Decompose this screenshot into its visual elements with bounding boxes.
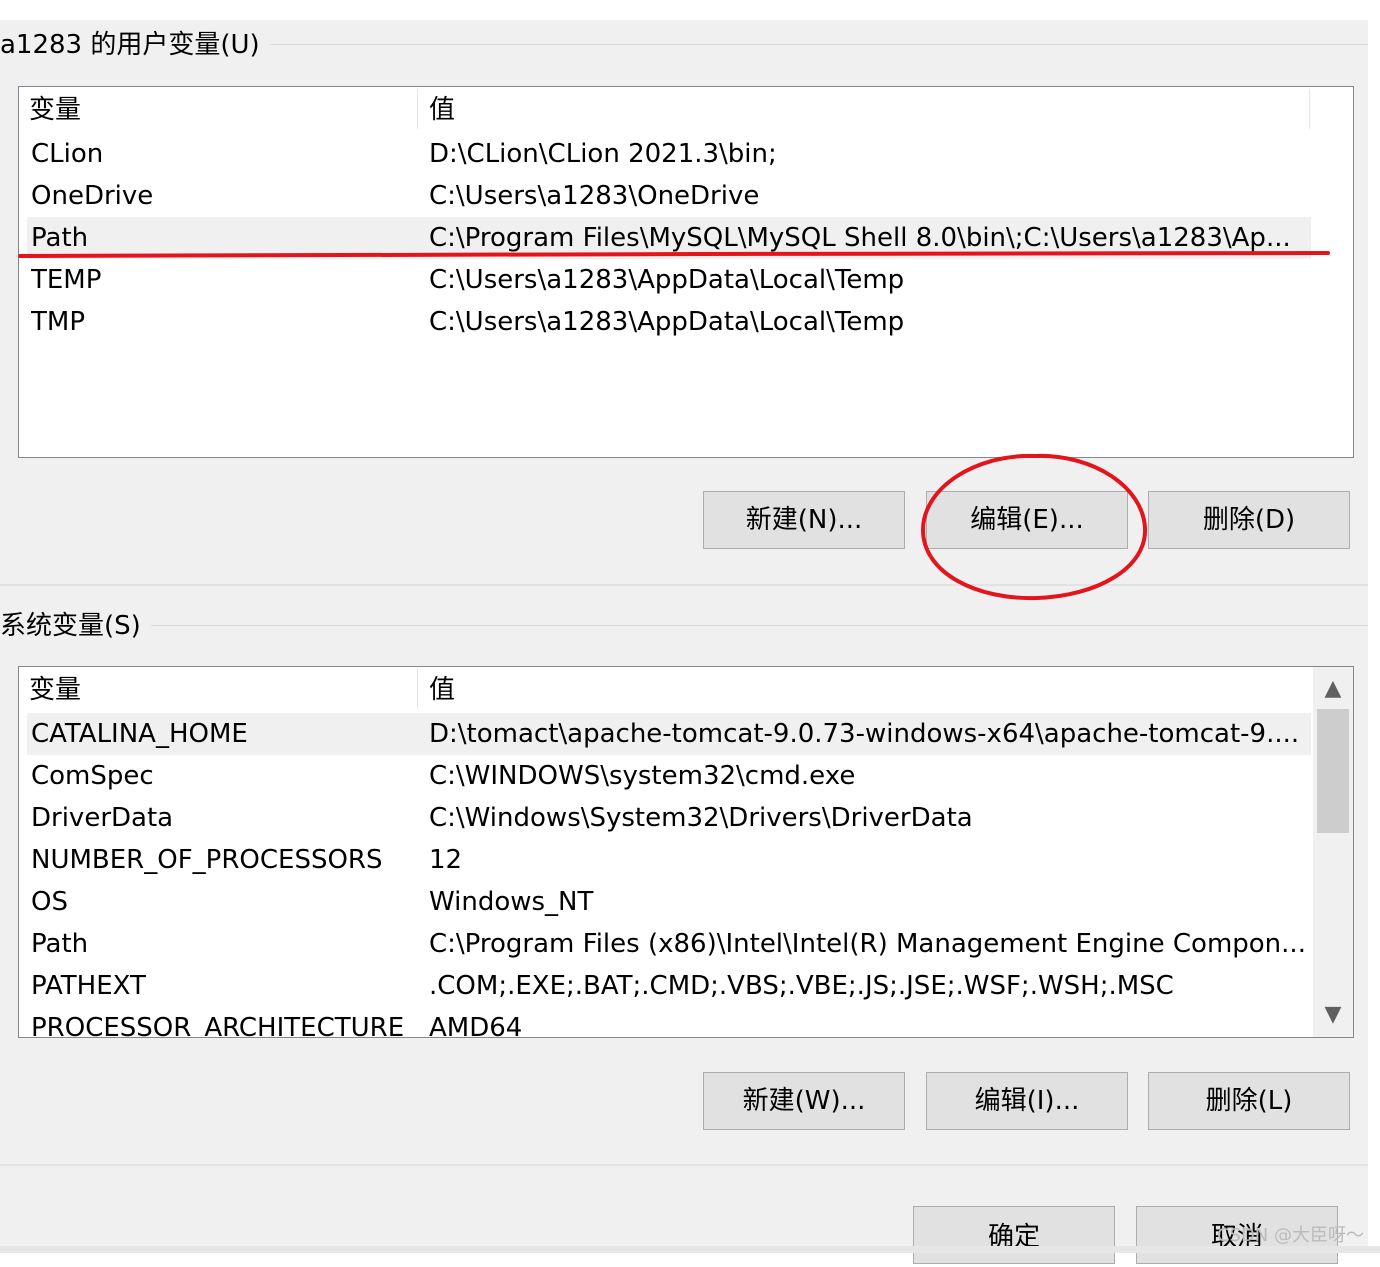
ok-button[interactable]: 确定 [913, 1206, 1115, 1264]
vertical-scrollbar[interactable]: ▲ ▼ [1313, 667, 1353, 1037]
var-value: 12 [429, 845, 463, 875]
var-name: ComSpec [31, 761, 154, 791]
var-value: C:\Users\a1283\AppData\Local\Temp [429, 307, 905, 337]
var-value: C:\Users\a1283\AppData\Local\Temp [429, 265, 905, 295]
watermark: CSDN @大臣呀～ [1216, 1225, 1364, 1246]
var-value: Windows_NT [429, 887, 594, 917]
scroll-down-arrow-icon[interactable]: ▼ [1313, 995, 1353, 1035]
scroll-up-arrow-icon[interactable]: ▲ [1313, 669, 1353, 709]
var-name: CATALINA_HOME [31, 719, 248, 749]
table-row[interactable]: DriverData C:\Windows\System32\Drivers\D… [27, 797, 1311, 839]
table-row[interactable]: CLion D:\CLion\CLion 2021.3\bin; [27, 133, 1311, 175]
system-edit-button[interactable]: 编辑(I)... [926, 1072, 1128, 1130]
user-new-button[interactable]: 新建(N)... [703, 491, 905, 549]
table-row[interactable]: OneDrive C:\Users\a1283\OneDrive [27, 175, 1311, 217]
var-name: NUMBER_OF_PROCESSORS [31, 845, 383, 875]
table-row[interactable]: Path C:\Program Files (x86)\Intel\Intel(… [27, 923, 1311, 965]
var-value: AMD64 [429, 1013, 523, 1038]
system-new-button[interactable]: 新建(W)... [703, 1072, 905, 1130]
system-vars-list[interactable]: 变量 值 CATALINA_HOME D:\tomact\apache-tomc… [18, 666, 1354, 1038]
table-row[interactable]: NUMBER_OF_PROCESSORS 12 [27, 839, 1311, 881]
footer-divider [0, 1164, 1368, 1166]
user-vars-header: 变量 值 [19, 87, 1311, 133]
var-name: TEMP [31, 265, 102, 295]
table-row[interactable]: TMP C:\Users\a1283\AppData\Local\Temp [27, 301, 1311, 343]
column-header-value[interactable]: 值 [429, 667, 1289, 713]
table-row[interactable]: ComSpec C:\WINDOWS\system32\cmd.exe [27, 755, 1311, 797]
table-row[interactable]: PROCESSOR_ARCHITECTURE AMD64 [27, 1007, 1311, 1038]
var-name: OS [31, 887, 68, 917]
var-value: C:\Windows\System32\Drivers\DriverData [429, 803, 973, 833]
var-value: .COM;.EXE;.BAT;.CMD;.VBS;.VBE;.JS;.JSE;.… [429, 971, 1174, 1001]
var-name: PATHEXT [31, 971, 146, 1001]
red-underline-annotation [18, 251, 1330, 258]
user-vars-title: a1283 的用户变量(U) [0, 28, 270, 62]
column-header-variable[interactable]: 变量 [29, 87, 409, 133]
var-value: D:\tomact\apache-tomcat-9.0.73-windows-x… [429, 719, 1300, 749]
system-delete-button[interactable]: 删除(L) [1148, 1072, 1350, 1130]
var-value: C:\Users\a1283\OneDrive [429, 181, 760, 211]
system-vars-title: 系统变量(S) [0, 609, 151, 643]
var-name: Path [31, 929, 89, 959]
var-name: OneDrive [31, 181, 154, 211]
user-vars-list[interactable]: 变量 值 CLion D:\CLion\CLion 2021.3\bin; On… [18, 86, 1354, 458]
system-vars-header: 变量 值 [19, 667, 1311, 713]
table-row[interactable]: OS Windows_NT [27, 881, 1311, 923]
table-row[interactable]: PATHEXT .COM;.EXE;.BAT;.CMD;.VBS;.VBE;.J… [27, 965, 1311, 1007]
table-row-selected[interactable]: CATALINA_HOME D:\tomact\apache-tomcat-9.… [27, 713, 1311, 755]
var-name: TMP [31, 307, 85, 337]
scrollbar-thumb[interactable] [1317, 709, 1349, 833]
system-vars-group-line [0, 625, 1368, 626]
table-row[interactable]: TEMP C:\Users\a1283\AppData\Local\Temp [27, 259, 1311, 301]
column-header-value[interactable]: 值 [429, 87, 1289, 133]
var-name: PROCESSOR_ARCHITECTURE [31, 1013, 405, 1038]
var-value: C:\Program Files (x86)\Intel\Intel(R) Ma… [429, 929, 1306, 959]
var-name: CLion [31, 139, 104, 169]
red-circle-annotation [920, 453, 1148, 601]
var-name: DriverData [31, 803, 174, 833]
var-value: D:\CLion\CLion 2021.3\bin; [429, 139, 777, 169]
column-header-variable[interactable]: 变量 [29, 667, 409, 713]
section-divider [0, 584, 1368, 586]
user-delete-button[interactable]: 删除(D) [1148, 491, 1350, 549]
bottom-strip [0, 1246, 1380, 1253]
var-value: C:\WINDOWS\system32\cmd.exe [429, 761, 856, 791]
